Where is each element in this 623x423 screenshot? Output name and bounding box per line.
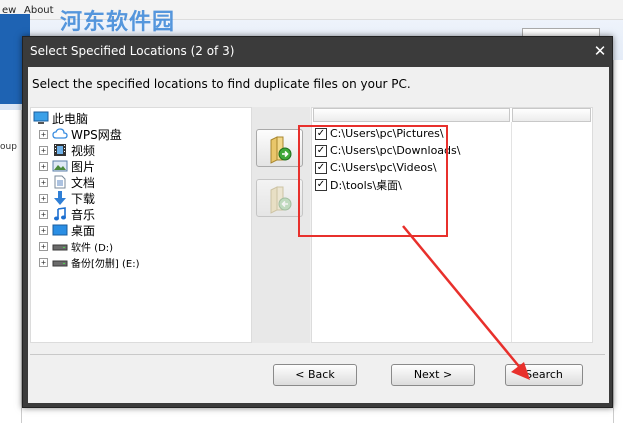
remove-location-button[interactable] xyxy=(256,179,303,217)
tree-item-label: 软件 (D:) xyxy=(71,242,114,254)
add-location-button[interactable] xyxy=(256,129,303,167)
remove-folder-icon xyxy=(270,186,292,214)
tree-item-desktop[interactable]: + 桌面 xyxy=(39,222,95,238)
background-right-panel xyxy=(613,60,623,423)
tree-item-drive-d[interactable]: + 软件 (D:) xyxy=(39,238,113,254)
folder-tree[interactable]: 此电脑 + WPS网盘 + 视频 + 图片 + 文档 + 下载 + 音乐 + 桌… xyxy=(30,107,252,343)
location-checkbox[interactable]: ✓ xyxy=(315,144,327,157)
list-item[interactable]: ✓ C:\Users\pc\Pictures\ xyxy=(312,125,512,142)
selected-locations-list[interactable]: ✓ C:\Users\pc\Pictures\ ✓ C:\Users\pc\Do… xyxy=(311,107,593,343)
next-button[interactable]: Next > xyxy=(391,364,475,386)
desktop-icon xyxy=(52,223,68,237)
list-item[interactable]: ✓ C:\Users\pc\Videos\ xyxy=(312,159,512,176)
tree-item-wps[interactable]: + WPS网盘 xyxy=(39,126,122,142)
background-left-panel: oup xyxy=(0,110,22,423)
cloud-icon xyxy=(52,127,68,141)
tree-item-label: 文档 xyxy=(71,175,96,190)
search-button[interactable]: Search xyxy=(505,364,583,386)
expand-icon[interactable]: + xyxy=(39,193,48,203)
expand-icon[interactable]: + xyxy=(39,257,48,267)
music-icon xyxy=(52,207,68,221)
tree-item-videos[interactable]: + 视频 xyxy=(39,142,95,158)
tree-item-label: 音乐 xyxy=(71,207,96,222)
column-header-extra[interactable] xyxy=(512,108,591,122)
pictures-icon xyxy=(52,159,68,173)
location-path: C:\Users\pc\Downloads\ xyxy=(330,144,461,157)
tree-item-label: WPS网盘 xyxy=(71,127,122,142)
location-checkbox[interactable]: ✓ xyxy=(315,127,327,140)
tree-root-label: 此电脑 xyxy=(52,111,89,126)
footer-divider xyxy=(30,354,605,355)
computer-icon xyxy=(33,111,49,125)
location-checkbox[interactable]: ✓ xyxy=(315,161,327,174)
instruction-text: Select the specified locations to find d… xyxy=(32,77,411,91)
tree-item-music[interactable]: + 音乐 xyxy=(39,206,95,222)
tree-item-pictures[interactable]: + 图片 xyxy=(39,158,95,174)
tree-item-label: 桌面 xyxy=(71,223,96,238)
location-path: D:\tools\桌面\ xyxy=(330,178,402,192)
tree-item-label: 图片 xyxy=(71,159,96,174)
dialog-client-area: Select the specified locations to find d… xyxy=(28,67,609,403)
expand-icon[interactable]: + xyxy=(39,177,48,187)
expand-icon[interactable]: + xyxy=(39,161,48,171)
tree-item-downloads[interactable]: + 下载 xyxy=(39,190,95,206)
drive-icon xyxy=(52,239,68,253)
list-item[interactable]: ✓ D:\tools\桌面\ xyxy=(312,176,512,193)
background-left-label: oup xyxy=(0,142,17,152)
documents-icon xyxy=(52,175,68,189)
tree-item-documents[interactable]: + 文档 xyxy=(39,174,95,190)
list-header xyxy=(312,108,592,122)
location-checkbox[interactable]: ✓ xyxy=(315,178,327,191)
transfer-buttons-panel xyxy=(252,107,310,343)
tree-item-label: 视频 xyxy=(71,143,96,158)
download-icon xyxy=(52,191,68,205)
tree-root[interactable]: 此电脑 xyxy=(33,110,88,126)
expand-icon[interactable]: + xyxy=(39,225,48,235)
column-header-path[interactable] xyxy=(313,108,510,122)
location-path: C:\Users\pc\Videos\ xyxy=(330,161,437,174)
tree-item-label: 下载 xyxy=(71,191,96,206)
close-button[interactable]: ✕ xyxy=(591,42,609,60)
drive-icon xyxy=(52,255,68,269)
video-icon xyxy=(52,143,68,157)
watermark-text: 河东软件园 xyxy=(60,9,176,35)
dialog-title: Select Specified Locations (2 of 3) xyxy=(30,44,235,58)
list-item[interactable]: ✓ C:\Users\pc\Downloads\ xyxy=(312,142,512,159)
back-button[interactable]: < Back xyxy=(273,364,357,386)
expand-icon[interactable]: + xyxy=(39,145,48,155)
location-path: C:\Users\pc\Pictures\ xyxy=(330,127,444,140)
tree-item-drive-e[interactable]: + 备份[勿删] (E:) xyxy=(39,254,139,270)
expand-icon[interactable]: + xyxy=(39,129,48,139)
tree-item-label: 备份[勿删] (E:) xyxy=(71,258,140,270)
add-folder-icon xyxy=(270,136,292,164)
expand-icon[interactable]: + xyxy=(39,209,48,219)
select-locations-dialog: Select Specified Locations (2 of 3) ✕ Se… xyxy=(22,36,613,408)
expand-icon[interactable]: + xyxy=(39,241,48,251)
